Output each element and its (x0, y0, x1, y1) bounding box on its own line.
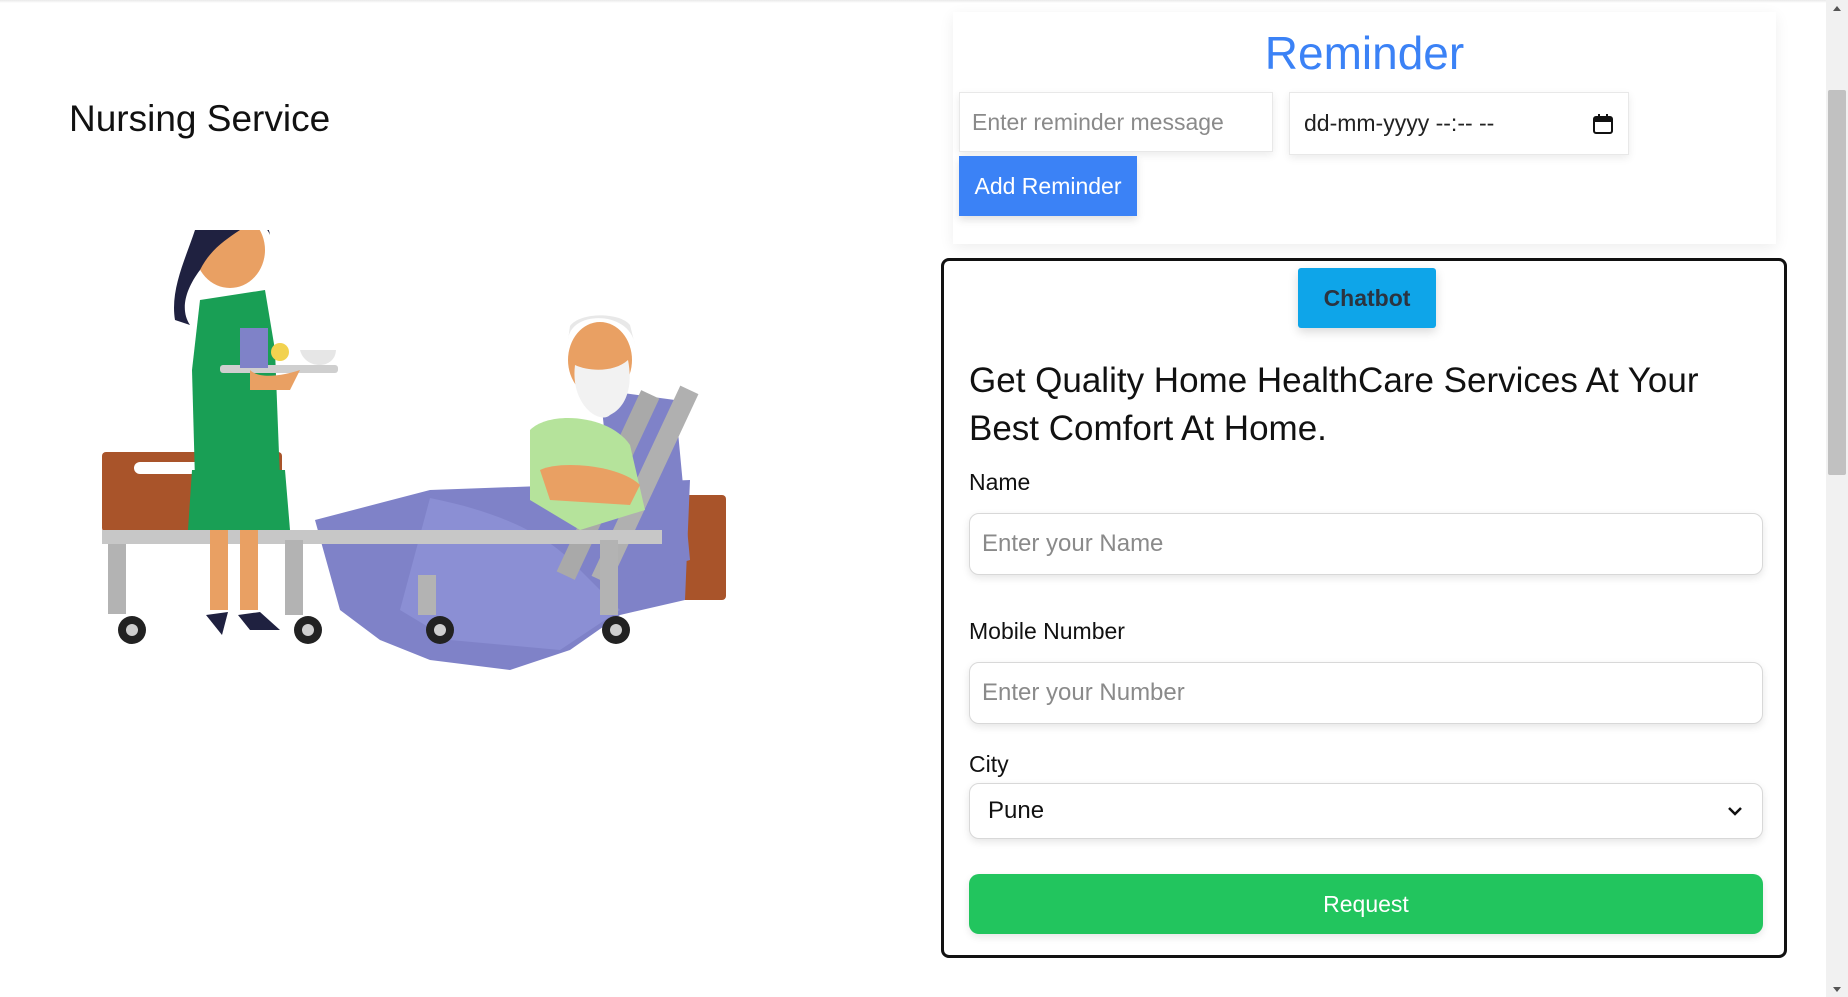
mobile-number-label: Mobile Number (969, 618, 1125, 644)
name-label: Name (969, 469, 1031, 495)
service-title: Nursing Service (69, 98, 331, 139)
reminder-card: Reminder dd-mm-yyyy --:-- -- Add Reminde… (953, 12, 1776, 244)
chevron-down-icon (1728, 807, 1742, 816)
reminder-message-input[interactable] (959, 92, 1273, 152)
city-selected-value: Pune (988, 797, 1045, 824)
request-button[interactable]: Request (969, 874, 1763, 934)
request-form-card: Chatbot Get Quality Home HealthCare Serv… (941, 258, 1787, 958)
scrollbar-thumb[interactable] (1828, 90, 1846, 475)
mobile-number-input[interactable] (969, 662, 1763, 724)
add-reminder-button[interactable]: Add Reminder (959, 156, 1137, 216)
scroll-up-arrow-icon[interactable] (1832, 4, 1842, 14)
calendar-icon[interactable] (1592, 113, 1614, 135)
city-select[interactable]: Pune (969, 783, 1763, 839)
name-input[interactable] (969, 513, 1763, 575)
page: Nursing Service Reminder Enter reminder … (0, 0, 1848, 997)
form-heading: Get Quality Home HealthCare Services At … (969, 361, 1699, 448)
top-edge-shadow (0, 0, 1828, 3)
reminder-title: Reminder (1264, 27, 1465, 79)
reminder-datetime-input[interactable]: dd-mm-yyyy --:-- -- (1289, 92, 1629, 155)
city-label: City (969, 751, 1009, 777)
nurse-patient-bed-illustration (102, 230, 726, 670)
datetime-placeholder: dd-mm-yyyy --:-- -- (1304, 110, 1495, 136)
chatbot-button[interactable]: Chatbot (1298, 268, 1436, 328)
scroll-down-arrow-icon[interactable] (1832, 984, 1842, 994)
